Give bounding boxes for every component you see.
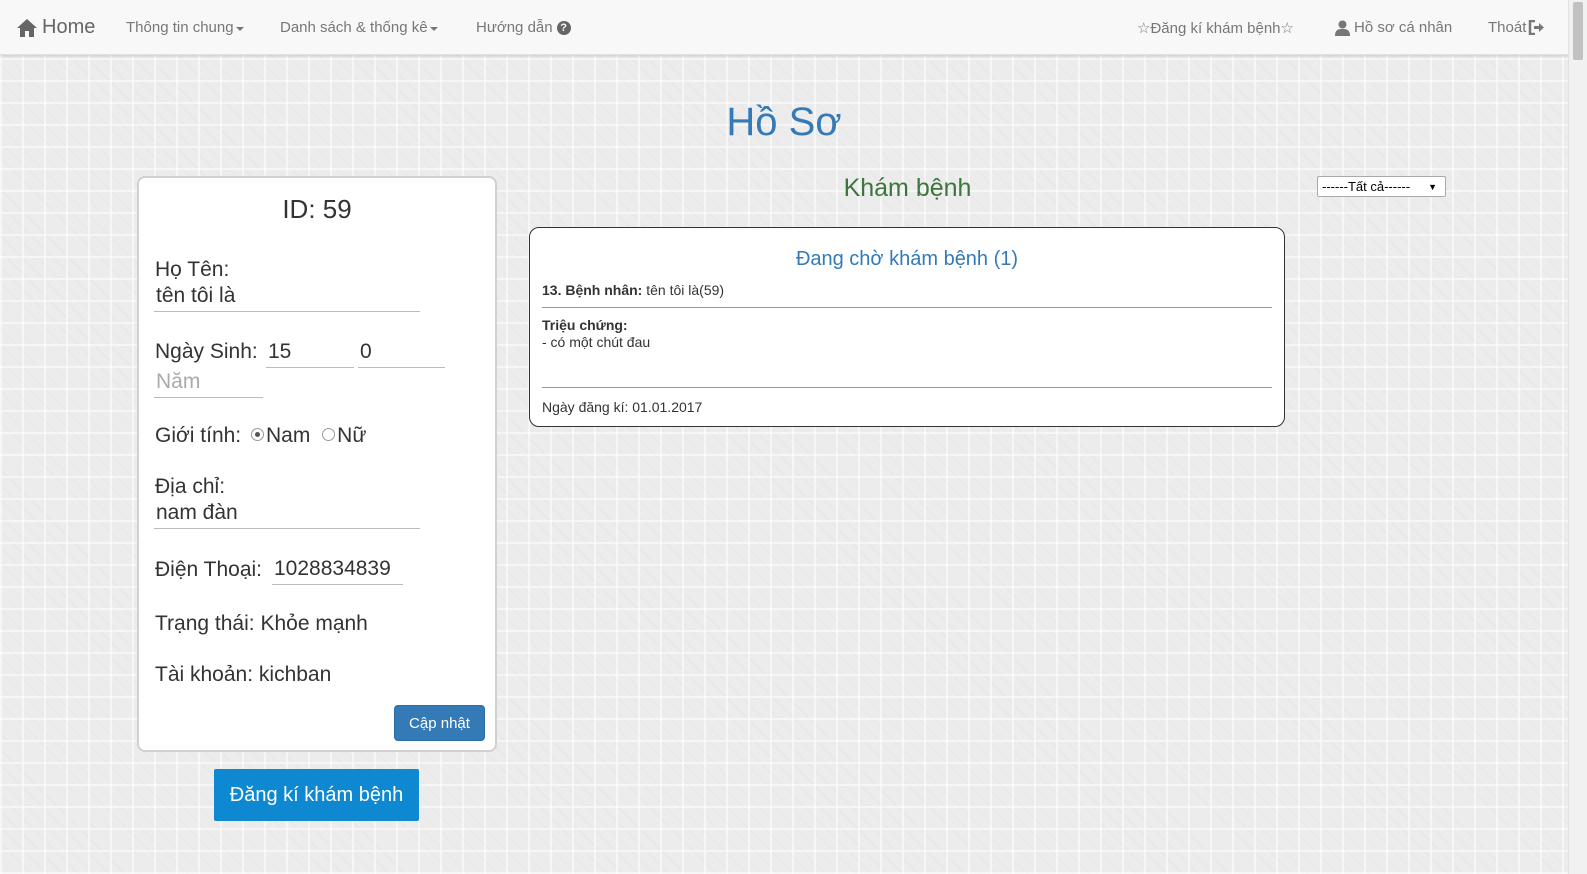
dob-label: Ngày Sinh: xyxy=(155,340,258,363)
caret-down-icon xyxy=(235,26,244,31)
nav-register-link[interactable]: ☆Đăng kí khám bệnh☆ xyxy=(1137,0,1294,55)
exam-record-card: Đang chờ khám bệnh (1) 13. Bệnh nhân: tê… xyxy=(529,227,1285,427)
patient-value: tên tôi là(59) xyxy=(646,282,725,298)
gender-male-label: Nam xyxy=(265,424,311,447)
symptom-label: Triệu chứng: xyxy=(542,317,628,333)
symptom-value: - có một chút đau xyxy=(542,334,651,350)
name-label: Họ Tên: xyxy=(155,258,230,281)
symptom-label-row: Triệu chứng: xyxy=(542,317,628,333)
nav-home-label: Home xyxy=(42,16,96,38)
question-circle-icon: ? xyxy=(556,20,571,35)
dob-month-field[interactable]: 0 xyxy=(358,338,445,368)
dob-year-field[interactable]: Năm xyxy=(154,368,263,398)
nav-logout-label: Thoát xyxy=(1488,19,1527,36)
account-value: kichban xyxy=(258,663,332,686)
status-label: Trạng thái: xyxy=(155,612,255,635)
nav-profile-link[interactable]: Hồ sơ cá nhân xyxy=(1335,0,1452,55)
nav-general-info-dropdown[interactable]: Thông tin chung xyxy=(126,0,244,55)
nav-profile-label: Hồ sơ cá nhân xyxy=(1354,19,1453,36)
divider xyxy=(542,307,1272,308)
address-field[interactable]: nam đàn xyxy=(154,499,420,529)
home-icon xyxy=(17,18,37,37)
patient-label: 13. Bệnh nhân: xyxy=(542,282,643,298)
user-icon xyxy=(1335,20,1350,36)
nav-guide-link[interactable]: Hướng dẫn ? xyxy=(476,0,571,55)
divider xyxy=(542,387,1272,388)
nav-logout-link[interactable]: Thoát xyxy=(1488,0,1545,55)
page-title: Hồ Sơ xyxy=(726,100,842,144)
phone-field[interactable]: 1028834839 xyxy=(272,555,403,585)
status-filter-select[interactable]: ------Tất cả------ ▼ xyxy=(1317,176,1446,197)
account-label: Tài khoản: xyxy=(155,663,254,686)
gender-label: Giới tính: xyxy=(155,424,242,447)
gender-female-label: Nữ xyxy=(337,424,367,447)
account-row: Tài khoản: kichban xyxy=(155,663,331,687)
exam-section-title: Khám bệnh xyxy=(843,174,972,202)
registration-date: Ngày đăng kí: 01.01.2017 xyxy=(542,399,703,415)
logout-icon xyxy=(1529,20,1545,35)
profile-card: ID: 59 Họ Tên: tên tôi là Ngày Sinh: 15 … xyxy=(137,176,497,752)
nav-guide-label: Hướng dẫn xyxy=(476,19,553,36)
register-exam-button[interactable]: Đăng kí khám bệnh xyxy=(214,769,419,821)
profile-id: ID: 59 xyxy=(282,194,352,224)
caret-down-icon xyxy=(429,26,438,31)
phone-label: Điện Thoại: xyxy=(155,558,263,581)
scrollbar-thumb[interactable] xyxy=(1573,2,1583,60)
filter-selected-value: ------Tất cả------ xyxy=(1322,179,1411,194)
gender-group: Giới tính: Nam Nữ xyxy=(155,424,366,448)
patient-row: 13. Bệnh nhân: tên tôi là(59) xyxy=(542,282,724,298)
nav-general-info-label: Thông tin chung xyxy=(126,19,234,36)
dropdown-arrow-icon: ▼ xyxy=(1428,182,1437,192)
nav-home-link[interactable]: Home xyxy=(16,0,95,55)
gender-male-radio[interactable] xyxy=(250,427,264,441)
address-label: Địa chỉ: xyxy=(155,475,226,498)
nav-lists-stats-dropdown[interactable]: Danh sách & thống kê xyxy=(280,0,438,55)
nav-lists-stats-label: Danh sách & thống kê xyxy=(280,19,428,36)
vertical-scrollbar[interactable] xyxy=(1568,0,1587,874)
name-field[interactable]: tên tôi là xyxy=(154,282,420,312)
status-row: Trạng thái: Khỏe mạnh xyxy=(155,612,368,636)
top-navbar: Home Thông tin chung Danh sách & thống k… xyxy=(0,0,1568,55)
nav-register-label: ☆Đăng kí khám bệnh☆ xyxy=(1137,19,1294,37)
gender-female-radio[interactable] xyxy=(322,427,336,441)
status-value: Khỏe mạnh xyxy=(260,612,368,635)
exam-record-title: Đang chờ khám bệnh (1) xyxy=(795,248,1019,270)
dob-day-field[interactable]: 15 xyxy=(266,338,354,368)
update-button[interactable]: Cập nhật xyxy=(394,705,485,741)
